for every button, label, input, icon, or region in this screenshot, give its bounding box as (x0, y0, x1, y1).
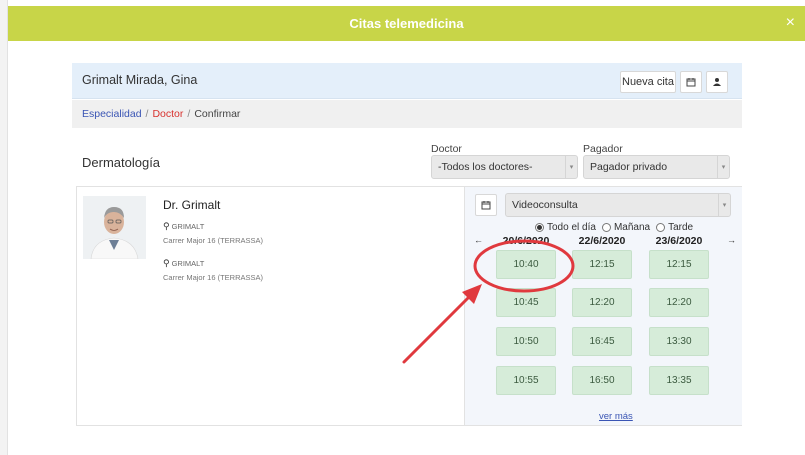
time-slot[interactable]: 13:35 (649, 366, 709, 395)
calendar-icon (481, 201, 491, 210)
time-slot[interactable]: 16:50 (572, 366, 632, 395)
see-more-link[interactable]: ver más (599, 411, 633, 422)
time-slot[interactable]: 16:45 (572, 327, 632, 356)
patient-header: Grimalt Mirada, Gina Nueva cita (72, 63, 742, 99)
payer-label: Pagador (583, 143, 623, 155)
window-title: Citas telemedicina (349, 16, 464, 31)
specialty-title: Dermatología (82, 155, 161, 170)
time-slot[interactable]: 12:15 (649, 250, 709, 279)
chevron-down-icon: ▾ (718, 194, 730, 216)
new-appointment-button[interactable]: Nueva cita (620, 71, 676, 93)
location-address: Carrer Major 16 (TERRASSA) (163, 236, 264, 245)
time-slot[interactable]: 10:40 (496, 250, 556, 279)
time-slot[interactable]: 10:55 (496, 366, 556, 395)
time-slot[interactable]: 12:20 (572, 288, 632, 317)
breadcrumb-separator: / (187, 108, 191, 120)
consultation-type-value: Videoconsulta (512, 199, 578, 211)
close-icon[interactable]: × (786, 15, 795, 31)
chevron-down-icon: ▾ (565, 156, 577, 178)
radio-icon (601, 223, 611, 232)
time-slot[interactable]: 10:45 (496, 288, 556, 317)
breadcrumb: Especialidad / Doctor / Confirmar (72, 100, 742, 128)
location-address: Carrer Major 16 (TERRASSA) (163, 273, 264, 282)
chevron-down-icon: ▾ (717, 156, 729, 178)
time-slot[interactable]: 12:20 (649, 288, 709, 317)
breadcrumb-confirmar: Confirmar (194, 108, 241, 120)
location-name: ⚲ GRIMALT (163, 221, 205, 231)
time-slot[interactable]: 12:15 (572, 250, 632, 279)
day-header: 22/6/2020 (578, 235, 626, 247)
radio-icon (535, 223, 544, 232)
day-header: 20/6/2020 (502, 235, 550, 247)
title-bar: Citas telemedicina × (8, 6, 805, 41)
left-edge (0, 0, 8, 455)
doctor-select[interactable]: -Todos los doctores- ▾ (431, 155, 578, 179)
radio-todo-el-dia[interactable]: Todo el día (535, 222, 596, 233)
radio-tarde[interactable]: Tarde (656, 222, 693, 233)
schedule-panel: Videoconsulta ▾ Todo el día Mañana Tarde… (464, 187, 742, 425)
payer-select[interactable]: Pagador privado ▾ (583, 155, 730, 179)
doctor-photo-image (83, 196, 146, 259)
payer-select-value: Pagador privado (590, 161, 668, 173)
doctor-name: Dr. Grimalt (163, 198, 221, 212)
radio-icon (656, 223, 666, 232)
patient-name: Grimalt Mirada, Gina (82, 73, 198, 87)
calendar-button[interactable] (680, 71, 702, 93)
breadcrumb-doctor[interactable]: Doctor (152, 108, 183, 120)
time-slot[interactable]: 10:50 (496, 327, 556, 356)
user-button[interactable] (706, 71, 728, 93)
location-name: ⚲ GRIMALT (163, 258, 205, 268)
day-header: 23/6/2020 (655, 235, 703, 247)
consultation-type-select[interactable]: Videoconsulta ▾ (505, 193, 731, 217)
user-icon (713, 78, 721, 86)
calendar-icon (686, 78, 696, 87)
time-filter: Todo el día Mañana Tarde (535, 222, 693, 233)
breadcrumb-especialidad[interactable]: Especialidad (82, 108, 142, 120)
breadcrumb-separator: / (145, 108, 149, 120)
doctor-label: Doctor (431, 143, 462, 155)
map-pin-icon: ⚲ (163, 258, 170, 268)
radio-manana[interactable]: Mañana (601, 222, 650, 233)
calendar-button[interactable] (475, 194, 497, 216)
prev-days-arrow-icon[interactable]: ← (474, 235, 483, 245)
page: Citas telemedicina × Grimalt Mirada, Gin… (0, 0, 805, 455)
doctor-card: Dr. Grimalt ⚲ GRIMALT Carrer Major 16 (TE… (76, 186, 742, 426)
doctor-select-value: -Todos los doctores- (438, 161, 533, 173)
map-pin-icon: ⚲ (163, 221, 170, 231)
doctor-photo (83, 196, 146, 259)
time-slot[interactable]: 13:30 (649, 327, 709, 356)
next-days-arrow-icon[interactable]: → (727, 235, 736, 245)
